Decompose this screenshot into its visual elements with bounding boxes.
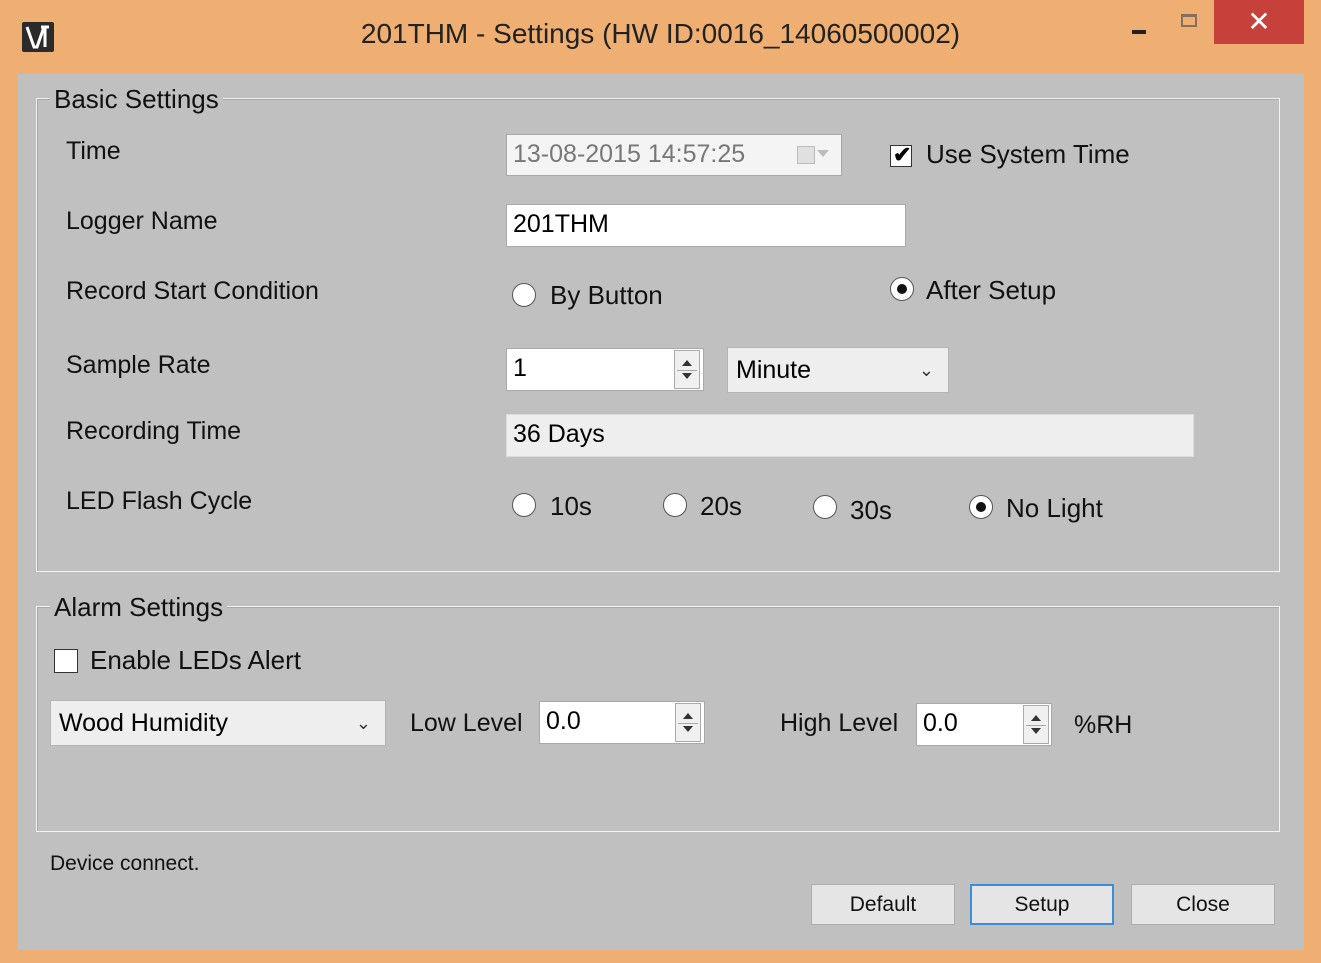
high-level-spinner[interactable] (1023, 705, 1049, 744)
close-icon[interactable]: ✕ (1214, 0, 1304, 44)
sample-rate-unit-value: Minute (736, 356, 812, 384)
logger-name-value: 201THM (513, 210, 609, 238)
led-30s-label[interactable]: 30s (850, 495, 892, 526)
dialog-body: Basic Settings Time 13-08-2015 14:57:25 … (18, 74, 1304, 950)
high-level-label: High Level (780, 709, 899, 737)
sensor-type-select[interactable]: Wood Humidity ⌄ (50, 700, 386, 746)
spin-down-icon[interactable] (682, 373, 692, 379)
checkmark-icon: ✔ (893, 142, 912, 167)
chevron-down-icon[interactable] (817, 150, 829, 157)
spinner-divider (678, 722, 698, 724)
spin-up-icon[interactable] (682, 360, 692, 366)
basic-settings-title: Basic Settings (50, 84, 223, 115)
enable-leds-checkbox[interactable] (54, 649, 78, 673)
radio-by-button[interactable] (512, 283, 536, 307)
radio-led-10s[interactable] (512, 493, 536, 517)
minimize-icon[interactable] (1118, 0, 1162, 44)
time-value: 13-08-2015 14:57:25 (513, 140, 746, 168)
recording-time-label: Recording Time (66, 417, 242, 445)
recording-time-value: 36 Days (513, 420, 605, 448)
close-button[interactable]: Close (1131, 884, 1275, 925)
maximize-icon[interactable] (1168, 0, 1212, 44)
recording-time-field: 36 Days (506, 414, 1194, 457)
led-20s-label[interactable]: 20s (700, 491, 742, 522)
sample-rate-spinner[interactable] (674, 350, 700, 389)
spin-up-icon[interactable] (1031, 715, 1041, 721)
radio-led-no-light[interactable] (969, 495, 993, 519)
low-level-label: Low Level (410, 709, 523, 737)
led-no-light-label[interactable]: No Light (1006, 493, 1103, 524)
setup-button[interactable]: Setup (970, 884, 1114, 925)
chevron-down-icon: ⌄ (355, 713, 371, 733)
spin-down-icon[interactable] (1031, 728, 1041, 734)
radio-after-setup[interactable] (890, 277, 914, 301)
spinner-divider (677, 369, 697, 371)
sample-rate-value: 1 (513, 354, 527, 382)
calendar-icon[interactable] (797, 146, 815, 164)
status-text: Device connect. (50, 852, 200, 875)
high-level-value: 0.0 (923, 709, 958, 737)
unit-label: %RH (1074, 711, 1133, 739)
sensor-type-value: Wood Humidity (59, 709, 229, 737)
time-label: Time (66, 137, 121, 165)
title-bar[interactable]: 201THM - Settings (HW ID:0016_1406050000… (0, 0, 1321, 74)
spin-up-icon[interactable] (683, 713, 693, 719)
low-level-value: 0.0 (546, 707, 581, 735)
spinner-divider (1026, 724, 1046, 726)
record-start-label: Record Start Condition (66, 277, 319, 305)
settings-window: 201THM - Settings (HW ID:0016_1406050000… (0, 0, 1321, 963)
time-picker[interactable]: 13-08-2015 14:57:25 (506, 134, 842, 176)
logger-name-input[interactable]: 201THM (506, 204, 906, 247)
spin-down-icon[interactable] (683, 726, 693, 732)
alarm-settings-title: Alarm Settings (50, 592, 228, 623)
sample-rate-unit-select[interactable]: Minute ⌄ (727, 347, 949, 393)
led-flash-label: LED Flash Cycle (66, 487, 253, 515)
enable-leds-label[interactable]: Enable LEDs Alert (90, 645, 301, 676)
low-level-spinner[interactable] (675, 703, 701, 742)
radio-led-30s[interactable] (813, 495, 837, 519)
logger-name-label: Logger Name (66, 207, 218, 235)
led-10s-label[interactable]: 10s (550, 491, 592, 522)
sample-rate-label: Sample Rate (66, 351, 211, 379)
use-system-time-label[interactable]: Use System Time (926, 139, 1130, 170)
radio-led-20s[interactable] (663, 493, 687, 517)
by-button-label[interactable]: By Button (550, 280, 663, 311)
default-button[interactable]: Default (811, 884, 955, 925)
use-system-time-checkbox[interactable]: ✔ (890, 142, 912, 167)
after-setup-label[interactable]: After Setup (926, 275, 1056, 306)
chevron-down-icon: ⌄ (918, 360, 934, 380)
